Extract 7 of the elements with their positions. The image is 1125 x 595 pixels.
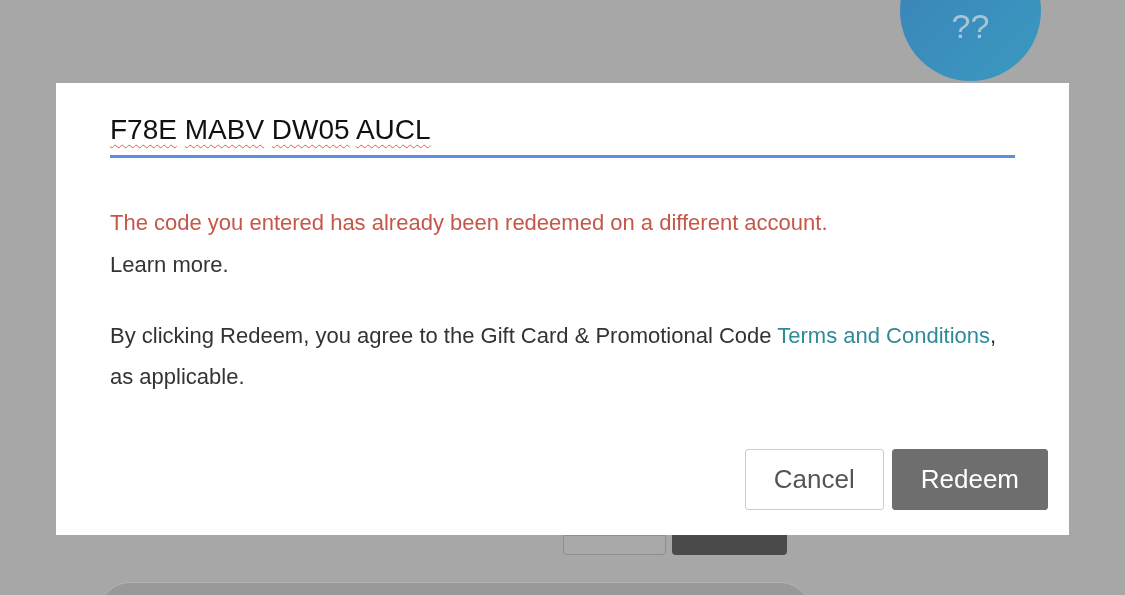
learn-more-link[interactable]: Learn more. <box>110 244 229 286</box>
terms-link[interactable]: Terms and Conditions <box>777 323 991 348</box>
error-message: The code you entered has already been redeemed on a different account. <box>110 209 829 237</box>
cancel-button[interactable]: Cancel <box>744 449 884 510</box>
code-field[interactable]: F78E MABV DW05 AUCL <box>110 113 1015 158</box>
terms-text: By clicking Redeem, you agree to the Gift Card & Promotional Code Terms and Conditions, as applicable. <box>110 322 998 391</box>
redeem-button[interactable]: Redeem <box>891 449 1048 510</box>
